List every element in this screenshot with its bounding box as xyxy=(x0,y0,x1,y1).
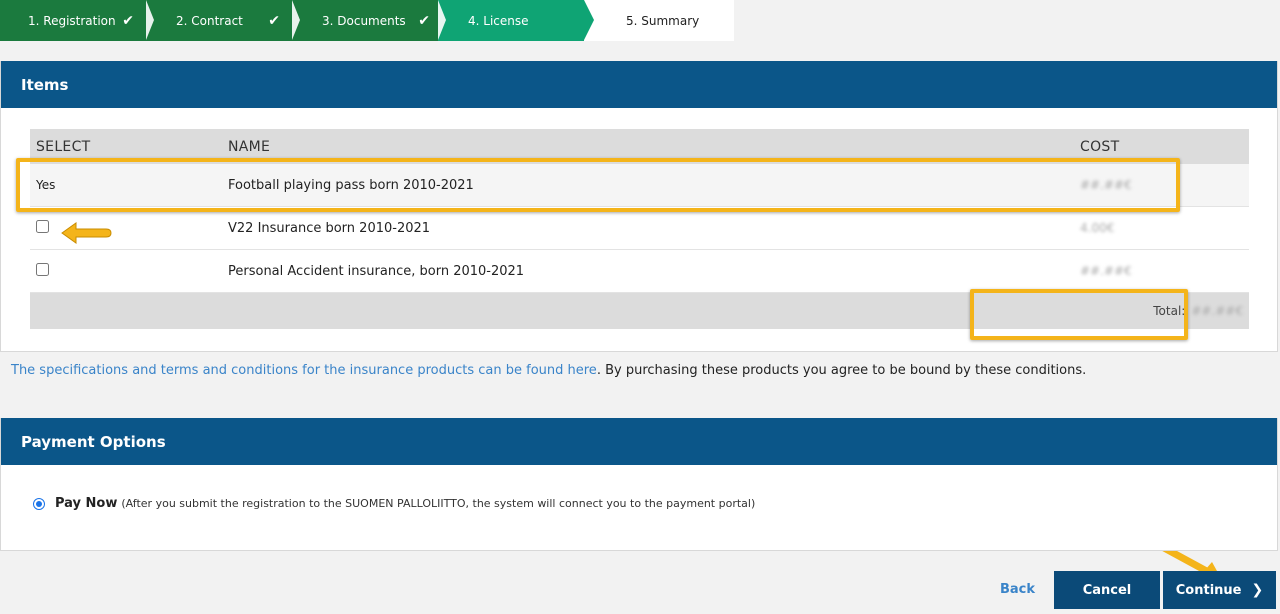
cancel-button[interactable]: Cancel xyxy=(1054,571,1160,609)
items-title: Items xyxy=(1,61,1277,108)
checkmark-icon: ✔ xyxy=(122,12,134,29)
item-cost: ##.##€ xyxy=(1080,177,1132,192)
step-separator xyxy=(438,0,446,40)
items-table: SELECT NAME COST Yes Football playing pa… xyxy=(30,129,1249,329)
step-label: 2. Contract xyxy=(176,13,243,28)
personal-accident-checkbox[interactable] xyxy=(36,262,49,276)
terms-rest: . By purchasing these products you agree… xyxy=(596,363,1087,378)
table-row: Personal Accident insurance, born 2010-2… xyxy=(30,249,1249,293)
continue-button[interactable]: Continue ❯ xyxy=(1163,571,1276,609)
item-name: V22 Insurance born 2010-2021 xyxy=(222,206,1074,250)
item-cost: 4.00€ xyxy=(1080,220,1115,235)
items-panel: Items SELECT NAME COST Yes Football play… xyxy=(0,61,1278,352)
step-label: 3. Documents xyxy=(322,13,406,28)
step-label: 4. License xyxy=(468,13,529,28)
table-header-row: SELECT NAME COST xyxy=(30,129,1249,164)
step-label: 5. Summary xyxy=(626,13,700,28)
item-name: Football playing pass born 2010-2021 xyxy=(222,164,1074,207)
step-summary[interactable]: 5. Summary xyxy=(584,0,734,41)
terms-link[interactable]: The specifications and terms and conditi… xyxy=(11,363,597,378)
chevron-right-icon: ❯ xyxy=(1251,582,1264,598)
pay-now-note: (After you submit the registration to th… xyxy=(121,497,756,510)
terms-text: The specifications and terms and conditi… xyxy=(11,363,1086,378)
pay-now-label: Pay Now xyxy=(55,496,118,511)
table-row: Yes Football playing pass born 2010-2021… xyxy=(30,164,1249,207)
total-label: Total: xyxy=(1153,304,1186,318)
continue-label: Continue xyxy=(1175,582,1242,598)
column-select: SELECT xyxy=(30,129,222,164)
checkmark-icon: ✔ xyxy=(418,12,430,29)
cancel-label: Cancel xyxy=(1082,582,1132,598)
total-row: Total: ##.##€ xyxy=(30,292,1249,329)
step-separator xyxy=(146,0,154,40)
step-contract[interactable]: 2. Contract ✔ xyxy=(146,0,292,41)
insurance-v22-checkbox[interactable] xyxy=(36,219,49,233)
item-cost: ##.##€ xyxy=(1080,263,1132,278)
payment-panel: Payment Options Pay Now (After you submi… xyxy=(0,418,1278,551)
table-row: V22 Insurance born 2010-2021 4.00€ xyxy=(30,206,1249,250)
total-value: ##.##€ xyxy=(1191,304,1243,318)
pay-now-option[interactable]: Pay Now (After you submit the registrati… xyxy=(33,496,755,511)
step-documents[interactable]: 3. Documents ✔ xyxy=(292,0,438,41)
back-button[interactable]: Back xyxy=(1000,582,1035,597)
column-cost: COST xyxy=(1074,129,1249,164)
select-value: Yes xyxy=(30,164,222,207)
checkmark-icon: ✔ xyxy=(268,12,280,29)
column-name: NAME xyxy=(222,129,1074,164)
step-registration[interactable]: 1. Registration ✔ xyxy=(0,0,146,41)
step-license[interactable]: 4. License xyxy=(438,0,594,41)
step-label: 1. Registration xyxy=(28,13,116,28)
item-name: Personal Accident insurance, born 2010-2… xyxy=(222,249,1074,293)
progress-steps: 1. Registration ✔ 2. Contract ✔ 3. Docum… xyxy=(0,0,734,41)
pay-now-radio[interactable] xyxy=(33,497,45,510)
step-separator xyxy=(292,0,300,40)
payment-title: Payment Options xyxy=(1,418,1277,465)
